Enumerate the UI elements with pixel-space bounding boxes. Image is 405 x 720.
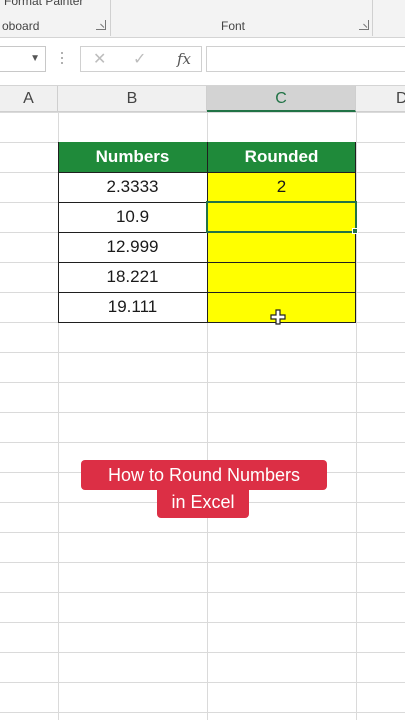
column-header-a[interactable]: A bbox=[0, 86, 58, 112]
table-cell-number[interactable]: 18.221 bbox=[58, 262, 207, 292]
column-header-c[interactable]: C bbox=[207, 86, 356, 112]
worksheet-grid[interactable]: Numbers Rounded 2.3333 10.9 12.999 18.22… bbox=[0, 112, 405, 720]
font-group-label: Font bbox=[221, 19, 246, 33]
formula-bar-grip-icon[interactable] bbox=[60, 52, 64, 68]
table-cell-rounded[interactable] bbox=[207, 232, 356, 262]
name-box[interactable]: ▼ bbox=[0, 46, 46, 72]
table-cell-number[interactable]: 10.9 bbox=[58, 202, 207, 232]
ribbon-separator bbox=[372, 0, 373, 36]
gridline bbox=[0, 592, 405, 593]
table-border bbox=[58, 202, 207, 203]
gridline bbox=[0, 562, 405, 563]
clipboard-group-label: oboard bbox=[2, 19, 40, 33]
caption-line-2: in Excel bbox=[157, 488, 249, 518]
chevron-down-icon[interactable]: ▼ bbox=[30, 53, 40, 64]
gridline bbox=[0, 712, 405, 713]
formula-buttons: ✕ ✓ fx bbox=[80, 46, 202, 72]
formula-input[interactable] bbox=[206, 46, 405, 72]
header-cell-rounded[interactable]: Rounded bbox=[207, 142, 356, 172]
column-header-d[interactable]: D bbox=[356, 86, 405, 112]
table-cell-number[interactable]: 2.3333 bbox=[58, 172, 207, 202]
table-border bbox=[58, 322, 356, 323]
insert-function-icon[interactable]: fx bbox=[177, 50, 191, 68]
clipboard-dialog-launcher-icon[interactable] bbox=[96, 20, 106, 30]
gridline bbox=[0, 412, 405, 413]
gridline bbox=[0, 652, 405, 653]
gridline bbox=[0, 352, 405, 353]
table-cell-rounded[interactable]: 2 bbox=[207, 172, 356, 202]
caption-line-1: How to Round Numbers bbox=[81, 460, 327, 490]
column-header-b[interactable]: B bbox=[58, 86, 207, 112]
table-cell-number[interactable]: 19.111 bbox=[58, 292, 207, 322]
gridline bbox=[0, 532, 405, 533]
cell-select-cursor-icon bbox=[270, 309, 286, 325]
font-dialog-launcher-icon[interactable] bbox=[359, 20, 369, 30]
enter-icon[interactable]: ✓ bbox=[133, 49, 146, 69]
gridline bbox=[0, 442, 405, 443]
active-cell-selection bbox=[206, 201, 357, 233]
table-border bbox=[58, 142, 59, 322]
column-header-row: A B C D bbox=[0, 86, 405, 112]
gridline bbox=[0, 682, 405, 683]
table-cell-rounded[interactable] bbox=[207, 262, 356, 292]
cancel-icon[interactable]: ✕ bbox=[93, 49, 106, 69]
ribbon: Format Painter oboard Font bbox=[0, 0, 405, 38]
gridline bbox=[0, 112, 405, 113]
formula-bar-row: ▼ ✕ ✓ fx bbox=[0, 38, 405, 86]
header-cell-numbers[interactable]: Numbers bbox=[58, 142, 207, 172]
ribbon-separator bbox=[110, 0, 111, 36]
table-cell-number[interactable]: 12.999 bbox=[58, 232, 207, 262]
fill-handle[interactable] bbox=[352, 228, 358, 234]
gridline bbox=[0, 382, 405, 383]
format-painter-button[interactable]: Format Painter bbox=[4, 0, 83, 8]
gridline bbox=[0, 622, 405, 623]
